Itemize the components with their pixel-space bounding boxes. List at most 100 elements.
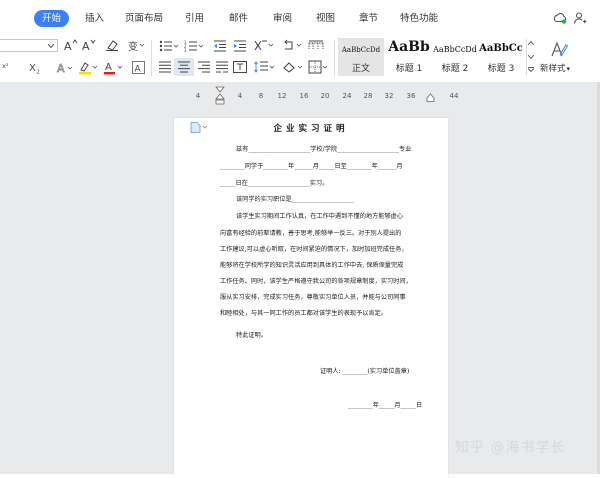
new-style-icon — [551, 41, 568, 57]
align-center-icon — [178, 61, 190, 73]
ribbon-toolbar: A A 变 x² X 2 A A A 1 2 3 AaBbCcDd 正文 AaB… — [0, 34, 600, 82]
ruler-number: 16 — [299, 92, 309, 100]
highlight-color-icon[interactable] — [78, 60, 100, 75]
ruler-number: 36 — [406, 92, 416, 100]
tab-sections[interactable]: 章节 — [359, 10, 378, 27]
tab-mailings[interactable]: 邮件 — [229, 10, 248, 27]
indent-marker-icon[interactable] — [215, 86, 225, 105]
doc-body-line: 能够将在学校所学的知识灵活应用到具体的工作中去, 保质保量完成 — [220, 262, 404, 269]
doc-body-line: 服从实习安排，完成实习任务，尊敬实习单位人员，并能与公司同事 — [220, 294, 406, 301]
doc-line-hereby-certify: 特此证明。 — [236, 332, 267, 339]
style-heading-3-name: 标题 3 — [487, 64, 515, 74]
style-normal-name: 正文 — [351, 64, 370, 74]
align-justify-icon[interactable] — [158, 61, 172, 73]
style-heading-2-name: 标题 2 — [441, 64, 469, 74]
svg-text:变: 变 — [128, 40, 138, 52]
style-normal[interactable]: AaBbCcDd 正文 — [338, 38, 384, 76]
borders-icon[interactable] — [308, 60, 330, 74]
tab-page-layout[interactable]: 页面布局 — [125, 10, 163, 27]
subscript-icon[interactable]: X 2 — [28, 61, 44, 74]
toolbar-divider — [151, 40, 152, 76]
chevron-up-icon — [528, 41, 534, 45]
style-heading-3[interactable]: AaBbCc 标题 3 — [478, 38, 524, 76]
tab-special-features[interactable]: 特色功能 — [400, 10, 438, 27]
font-name-select[interactable] — [0, 39, 58, 52]
clear-format-icon[interactable] — [105, 39, 119, 51]
shading-icon[interactable] — [282, 60, 304, 74]
align-distributed-icon[interactable] — [215, 61, 229, 73]
character-border-icon[interactable]: A — [132, 61, 145, 74]
cloud-sync-icon[interactable] — [553, 11, 567, 25]
toolbar-divider — [334, 40, 335, 76]
style-normal-sample: AaBbCcDd — [341, 46, 381, 54]
style-heading-1[interactable]: AaBb 标题 1 — [386, 38, 432, 76]
ruler-number: 12 — [277, 92, 287, 100]
doc-body-line: 工作任务。同时，该学生严格遵守我公司的各项规章制度，实习时间， — [220, 278, 412, 285]
numbered-list-icon[interactable]: 1 2 3 — [184, 40, 204, 52]
doc-line-enrollment: 兹有____________________学校/学院_____________… — [236, 146, 412, 153]
tab-insert[interactable]: 插入 — [85, 10, 104, 27]
tab-view[interactable]: 视图 — [316, 10, 335, 27]
tab-home[interactable]: 开始 — [34, 10, 70, 27]
bullet-list-icon[interactable] — [159, 40, 179, 52]
paragraph-mark-icon[interactable] — [282, 39, 304, 52]
grow-font-icon[interactable]: A — [64, 39, 78, 51]
style-gallery-scroll[interactable] — [526, 39, 534, 75]
style-heading-1-sample: AaBb — [388, 39, 430, 55]
new-style-button[interactable]: 新样式▾ — [540, 38, 576, 76]
svg-text:x²: x² — [2, 62, 9, 70]
style-heading-3-sample: AaBbCc — [479, 43, 523, 54]
decrease-indent-icon[interactable] — [213, 40, 227, 52]
svg-text:X: X — [29, 63, 36, 74]
share-user-icon[interactable] — [573, 11, 587, 25]
superscript-icon[interactable]: x² — [2, 61, 18, 73]
chevron-down-icon — [528, 55, 534, 59]
menu-bar: 开始 插入 页面布局 引用 邮件 审阅 视图 章节 特色功能 — [0, 0, 600, 34]
svg-text:A: A — [64, 40, 72, 51]
document-title: 企业实习证明 — [273, 124, 349, 134]
svg-text:2: 2 — [37, 70, 40, 75]
svg-text:A: A — [82, 40, 90, 51]
svg-text:A: A — [57, 62, 65, 74]
doc-line-period-end: _____日在____________________实习。 — [220, 180, 329, 187]
gallery-expand-icon — [528, 67, 534, 72]
watermark-text: 知乎 @海书学长 — [455, 440, 566, 456]
doc-line-certifier: 证明人: ________(实习单位盖章) — [320, 368, 410, 375]
ruler-number: 24 — [342, 92, 352, 100]
doc-body-line: 向富有经验的前辈请教，善于思考,能够举一反三。对于别人提出的 — [220, 230, 402, 237]
style-heading-1-name: 标题 1 — [395, 64, 423, 74]
doc-line-period-start: ________同学于________年______月_____日至______… — [220, 163, 403, 170]
doc-body-line: 工作建议,可以虚心听取，在时间紧迫的情况下，加时加班完成任务， — [220, 246, 408, 253]
text-effects-icon[interactable]: A — [56, 61, 74, 74]
new-style-arrow: ▾ — [566, 65, 571, 73]
align-right-icon[interactable] — [197, 61, 211, 73]
align-center-button[interactable] — [174, 58, 194, 76]
ruler-number: 44 — [449, 92, 459, 100]
horizontal-ruler[interactable]: 4 4 8 12 16 20 24 28 32 36 44 — [190, 86, 466, 105]
chinese-layout-icon[interactable] — [253, 39, 275, 52]
svg-text:3: 3 — [184, 48, 187, 52]
style-heading-2[interactable]: AaBbCcDd 标题 2 — [433, 38, 477, 76]
tab-review[interactable]: 审阅 — [273, 10, 292, 27]
text-direction-icon[interactable] — [233, 61, 247, 73]
ruler-number: 32 — [384, 92, 394, 100]
tab-references[interactable]: 引用 — [185, 10, 204, 27]
increase-indent-icon[interactable] — [233, 40, 247, 52]
ruler-number: 20 — [320, 92, 330, 100]
svg-text:A: A — [135, 65, 142, 75]
document-canvas[interactable]: 4 4 8 12 16 20 24 28 32 36 44 企业实习证明 兹有_… — [0, 82, 600, 478]
doc-line-date: ________年_____月_____日 — [348, 402, 423, 409]
document-page[interactable]: 企业实习证明 兹有____________________学校/学院______… — [174, 118, 448, 478]
shrink-font-icon[interactable]: A — [82, 39, 96, 51]
font-color-icon[interactable]: A — [104, 60, 126, 75]
line-spacing-icon[interactable] — [254, 60, 276, 74]
ruler-number: 8 — [258, 92, 264, 100]
style-heading-2-sample: AaBbCcDd — [433, 45, 477, 54]
table-grid-icon[interactable] — [308, 40, 324, 52]
doc-line-position: 该同学的实习职位是____________________ — [236, 196, 354, 203]
right-indent-marker-icon[interactable] — [426, 93, 435, 102]
svg-text:A: A — [105, 62, 112, 73]
new-style-label: 新样式▾ — [540, 62, 580, 74]
doc-body-line: 该学生实习期间工作认真，在工作中遇到不懂的地方能够虚心 — [236, 213, 404, 220]
phonetic-guide-icon[interactable]: 变 — [127, 38, 145, 52]
